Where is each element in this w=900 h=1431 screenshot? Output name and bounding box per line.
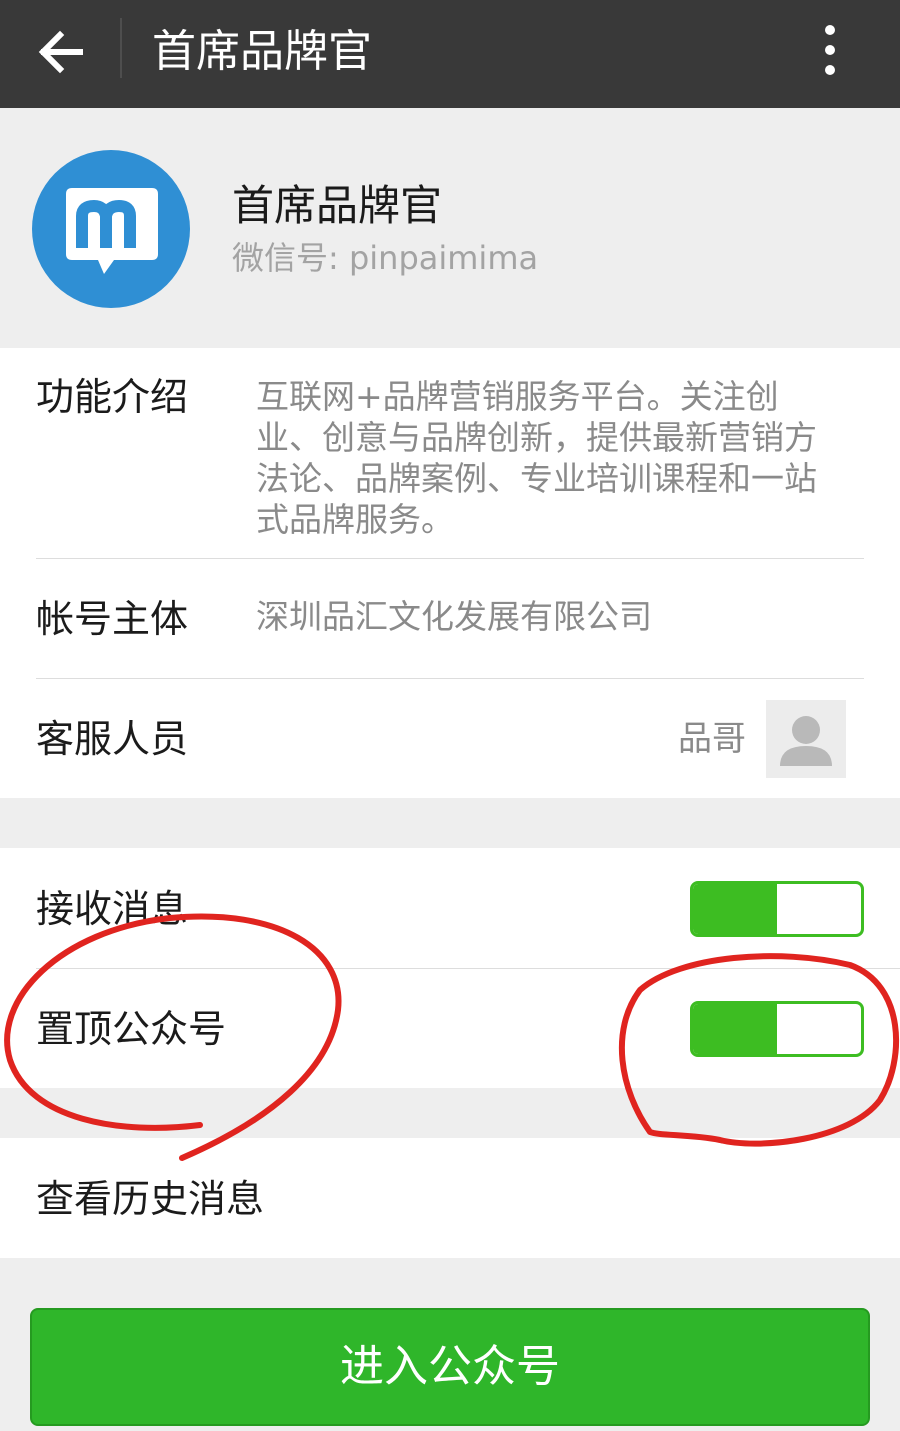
intro-line: 业、创意与品牌创新，提供最新营销方 xyxy=(256,418,817,457)
more-button[interactable] xyxy=(806,18,854,82)
row-divider xyxy=(36,558,864,559)
back-button[interactable] xyxy=(28,20,98,84)
pin-account-label: 置顶公众号 xyxy=(36,1007,227,1051)
brand-logo-m-icon xyxy=(32,150,190,308)
top-bar: 首席品牌官 xyxy=(0,0,900,108)
receive-messages-toggle[interactable] xyxy=(690,881,864,937)
header-divider xyxy=(120,18,122,78)
intro-line: 式品牌服务。 xyxy=(256,500,454,539)
pin-account-toggle[interactable] xyxy=(690,1001,864,1057)
history-label: 查看历史消息 xyxy=(36,1177,265,1221)
toggle-on-fill xyxy=(693,884,777,934)
enter-account-button[interactable]: 进入公众号 xyxy=(30,1308,870,1426)
info-card: 功能介绍 互联网+品牌营销服务平台。关注创 业、创意与品牌创新，提供最新营销方 … xyxy=(0,348,900,798)
intro-label: 功能介绍 xyxy=(36,375,189,419)
customer-service-avatar[interactable] xyxy=(766,700,846,778)
account-name: 首席品牌官 xyxy=(232,181,443,230)
person-silhouette-icon xyxy=(766,700,846,778)
intro-line: 法论、品牌案例、专业培训课程和一站 xyxy=(256,459,817,498)
row-divider xyxy=(36,678,864,679)
row-divider xyxy=(36,968,900,969)
toggle-on-fill xyxy=(693,1004,777,1054)
account-avatar[interactable] xyxy=(32,150,190,308)
account-profile: 首席品牌官 微信号: pinpaimima xyxy=(0,108,900,348)
customer-service-label: 客服人员 xyxy=(36,717,189,761)
page-title: 首席品牌官 xyxy=(152,26,372,77)
wechat-id: 微信号: pinpaimima xyxy=(232,239,539,277)
receive-messages-label: 接收消息 xyxy=(36,887,189,931)
entity-label: 帐号主体 xyxy=(36,597,189,641)
entity-value[interactable]: 深圳品汇文化发展有限公司 xyxy=(256,596,652,637)
settings-card: 接收消息 置顶公众号 xyxy=(0,848,900,1088)
arrow-left-icon xyxy=(38,30,83,74)
intro-line: 互联网+品牌营销服务平台。关注创 xyxy=(256,377,779,416)
customer-service-name[interactable]: 品哥 xyxy=(678,716,746,762)
history-row[interactable]: 查看历史消息 xyxy=(0,1138,900,1258)
more-vertical-icon xyxy=(825,25,835,75)
